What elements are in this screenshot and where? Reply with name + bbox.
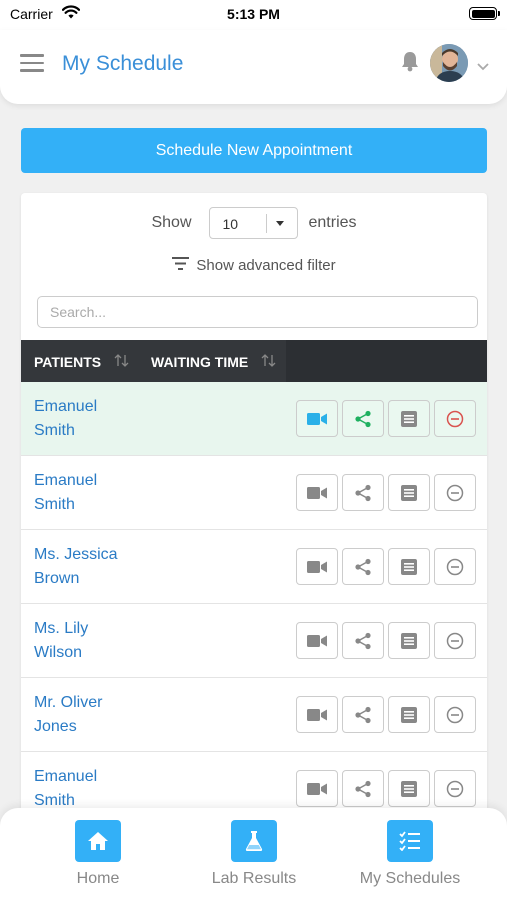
entries-control: Show 10 entries (21, 207, 487, 239)
nav-label: Lab Results (211, 870, 297, 887)
nav-label: Home (76, 870, 120, 887)
table-body: Emanuel Smith Emanuel Smith Ms. Jessica Bro… (21, 382, 487, 826)
video-call-button[interactable] (296, 770, 338, 807)
column-header-waiting-time[interactable]: WAITING TIME (151, 354, 277, 370)
details-button[interactable] (388, 474, 430, 511)
table-row[interactable]: Mr. Oliver Jones (21, 678, 487, 752)
remove-button[interactable] (434, 696, 476, 733)
nav-home[interactable]: Home (18, 820, 178, 888)
nav-lab-results[interactable]: Lab Results (174, 820, 334, 888)
flask-icon (231, 820, 277, 862)
table-row[interactable]: Emanuel Smith (21, 382, 487, 456)
minus-circle-icon (446, 410, 464, 427)
entries-label: entries (308, 214, 357, 231)
share-button[interactable] (342, 770, 384, 807)
video-camera-icon (307, 412, 327, 425)
details-button[interactable] (388, 770, 430, 807)
video-call-button[interactable] (296, 400, 338, 437)
remove-button[interactable] (434, 770, 476, 807)
nav-label: My Schedules (359, 870, 461, 887)
remove-button[interactable] (434, 474, 476, 511)
list-icon (401, 484, 417, 501)
hamburger-menu-icon[interactable] (20, 54, 44, 72)
advanced-filter-toggle[interactable]: Show advanced filter (21, 257, 487, 274)
home-icon (75, 820, 121, 862)
entries-select[interactable]: 10 (208, 207, 298, 239)
minus-circle-icon (446, 706, 464, 723)
sort-icon[interactable] (114, 354, 130, 370)
video-call-button[interactable] (296, 622, 338, 659)
nav-my-schedules[interactable]: My Schedules (330, 820, 490, 888)
advanced-filter-label: Show advanced filter (196, 257, 336, 274)
avatar[interactable] (430, 44, 468, 82)
video-camera-icon (307, 782, 327, 795)
minus-circle-icon (446, 632, 464, 649)
patient-name-link[interactable]: Ms. Lily Wilson (34, 617, 164, 665)
table-row[interactable]: Emanuel Smith (21, 456, 487, 530)
filter-icon (172, 257, 190, 274)
table-row[interactable]: Ms. Lily Wilson (21, 604, 487, 678)
remove-button[interactable] (434, 548, 476, 585)
share-button[interactable] (342, 400, 384, 437)
video-call-button[interactable] (296, 474, 338, 511)
minus-circle-icon (446, 558, 464, 575)
list-icon (401, 558, 417, 575)
video-call-button[interactable] (296, 696, 338, 733)
column-header-patients[interactable]: PATIENTS (34, 354, 130, 370)
video-camera-icon (307, 634, 327, 647)
share-icon (355, 632, 371, 649)
details-button[interactable] (388, 696, 430, 733)
share-icon (355, 706, 371, 723)
share-button[interactable] (342, 474, 384, 511)
video-call-button[interactable] (296, 548, 338, 585)
patient-name-link[interactable]: Emanuel Smith (34, 765, 164, 813)
appointments-card: Show 10 entries Show advanced filter PAT… (21, 193, 487, 900)
list-icon (401, 632, 417, 649)
caret-down-icon (275, 221, 284, 226)
table-row[interactable]: Ms. Jessica Brown (21, 530, 487, 604)
details-button[interactable] (388, 400, 430, 437)
video-camera-icon (307, 560, 327, 573)
share-button[interactable] (342, 548, 384, 585)
table-header: PATIENTS WAITING TIME (21, 340, 487, 382)
column-label: WAITING TIME (151, 354, 249, 370)
share-icon (355, 780, 371, 797)
minus-circle-icon (446, 484, 464, 501)
list-icon (401, 706, 417, 723)
show-label: Show (151, 214, 192, 231)
column-label: PATIENTS (34, 354, 102, 370)
battery-icon (469, 7, 500, 20)
remove-button[interactable] (434, 400, 476, 437)
share-icon (355, 484, 371, 501)
list-icon (401, 410, 417, 427)
share-button[interactable] (342, 696, 384, 733)
checklist-icon (387, 820, 433, 862)
minus-circle-icon (446, 780, 464, 797)
share-icon (355, 410, 371, 427)
remove-button[interactable] (434, 622, 476, 659)
patient-name-link[interactable]: Emanuel Smith (34, 469, 164, 517)
app-header: My Schedule (0, 30, 507, 104)
bell-icon[interactable] (400, 50, 420, 77)
video-camera-icon (307, 708, 327, 721)
share-icon (355, 558, 371, 575)
schedule-new-appointment-button[interactable]: Schedule New Appointment (21, 128, 487, 173)
details-button[interactable] (388, 548, 430, 585)
search-input[interactable] (37, 296, 478, 328)
status-bar: Carrier 5:13 PM (0, 0, 507, 30)
video-camera-icon (307, 486, 327, 499)
bottom-navigation: Home Lab Results My Schedules (0, 808, 507, 900)
page-title: My Schedule (62, 52, 184, 75)
patient-name-link[interactable]: Mr. Oliver Jones (34, 691, 164, 739)
status-time: 5:13 PM (227, 6, 280, 22)
patient-name-link[interactable]: Emanuel Smith (34, 395, 164, 443)
list-icon (401, 780, 417, 797)
entries-value: 10 (222, 216, 239, 232)
patient-name-link[interactable]: Ms. Jessica Brown (34, 543, 164, 591)
sort-icon[interactable] (261, 354, 277, 370)
chevron-down-icon[interactable] (476, 58, 490, 76)
share-button[interactable] (342, 622, 384, 659)
details-button[interactable] (388, 622, 430, 659)
